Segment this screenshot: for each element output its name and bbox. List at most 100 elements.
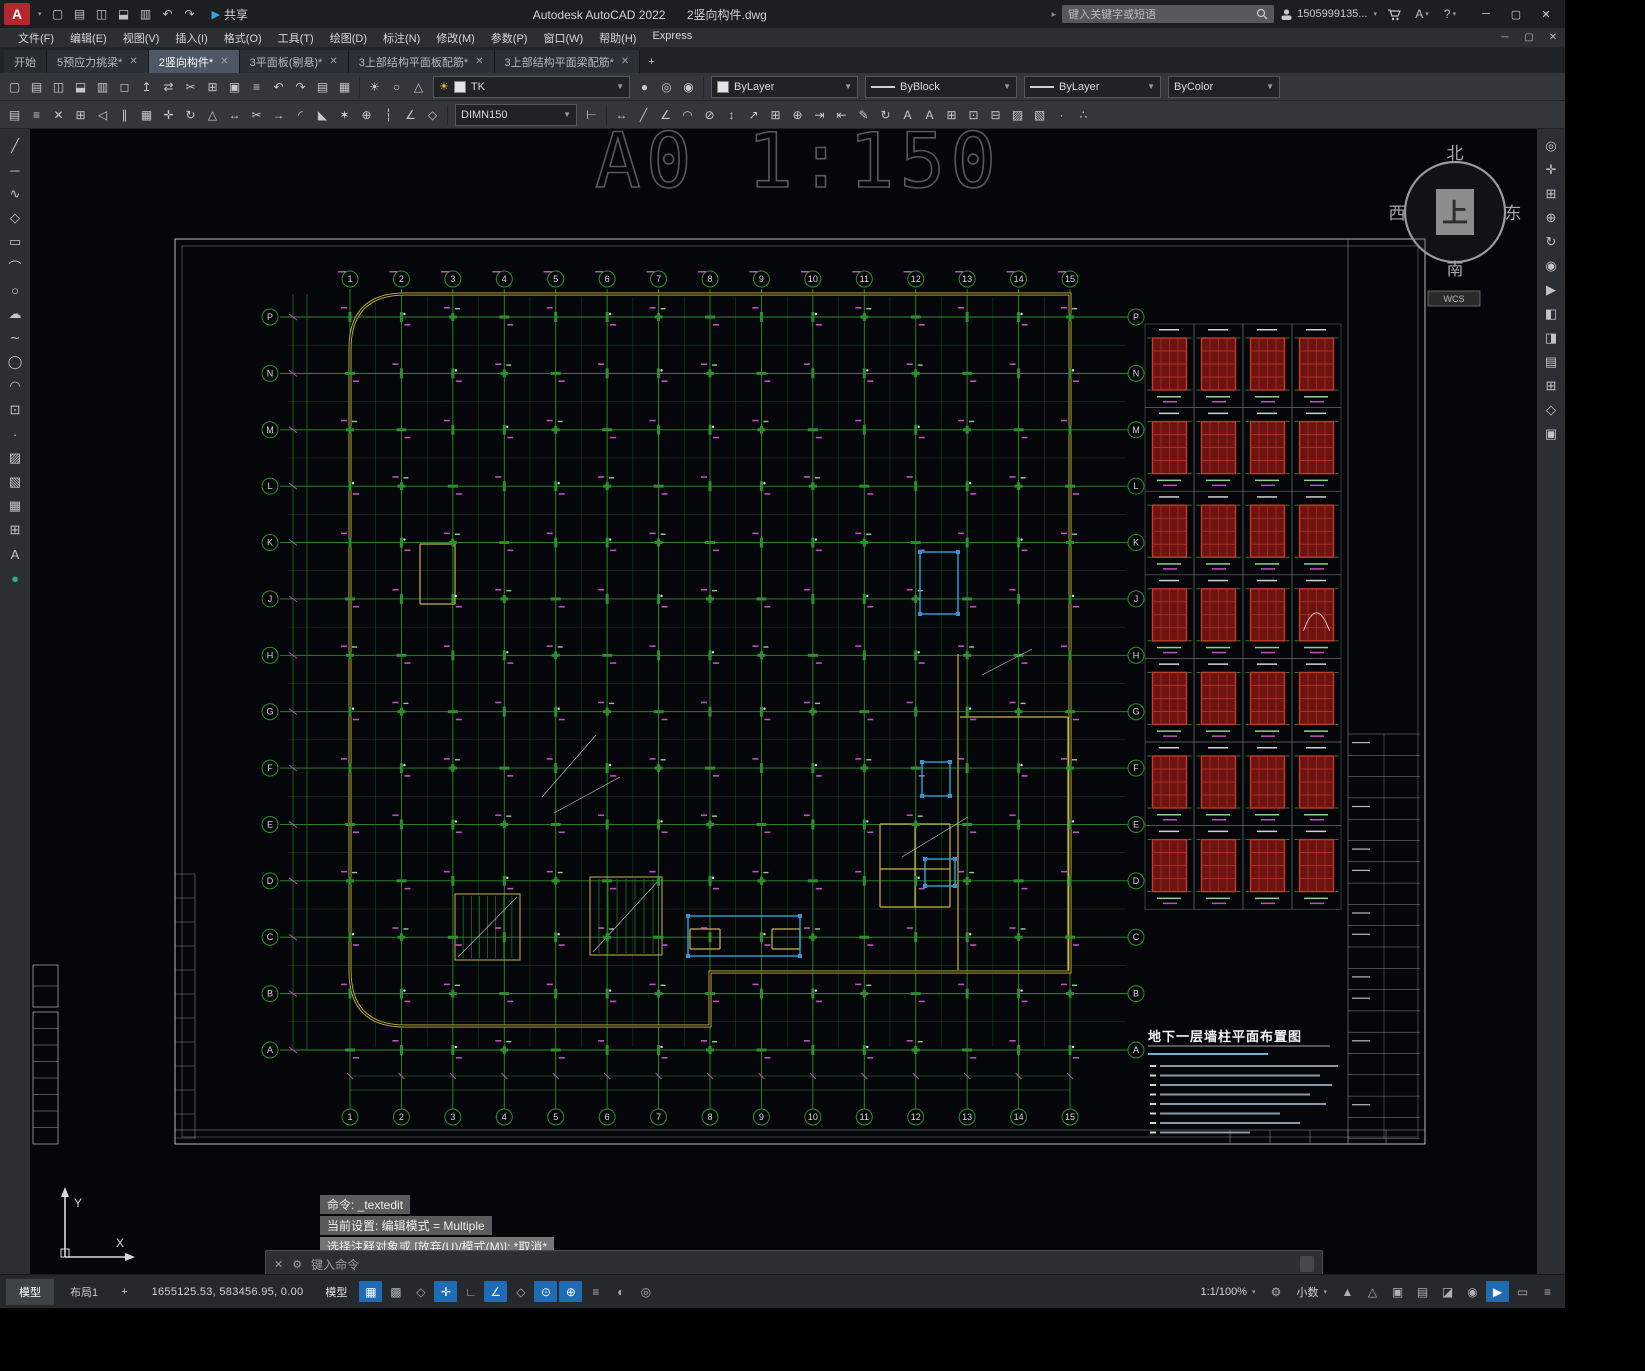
ortho-icon[interactable]: ∟ — [459, 1281, 482, 1302]
workspace-switch-icon[interactable]: ⚙ — [1264, 1281, 1287, 1302]
table-icon[interactable]: ⊞ — [941, 104, 962, 125]
dim-update-icon[interactable]: ↻ — [875, 104, 896, 125]
chamfer-icon[interactable]: ◣ — [312, 104, 333, 125]
isometric-drafting-icon[interactable]: ◇ — [509, 1281, 532, 1302]
arc-icon[interactable]: ⌒ — [3, 255, 27, 277]
menu-格式[interactable]: 格式(O) — [216, 30, 270, 46]
search-box[interactable]: 键入关键字或短语 — [1062, 5, 1275, 23]
dim-ordinate-icon[interactable]: ↕ — [721, 104, 742, 125]
zoom-window-icon[interactable]: ⊞ — [1539, 183, 1563, 205]
new-file-icon[interactable]: ▢ — [48, 4, 68, 24]
copy-icon[interactable]: ⊞ — [202, 76, 223, 97]
camera-icon[interactable]: ▣ — [1539, 423, 1563, 445]
scale-icon[interactable]: △ — [202, 104, 223, 125]
selection-cycling-icon[interactable]: ◎ — [634, 1281, 657, 1302]
model-space-button[interactable]: 模型 — [316, 1280, 356, 1304]
document-tab[interactable]: 3上部结构平面梁配筋* ✕ — [494, 50, 641, 73]
trim-icon[interactable]: ✂ — [246, 104, 267, 125]
text-multi-icon[interactable]: A — [919, 104, 940, 125]
view-back-icon[interactable]: ◧ — [1539, 303, 1563, 325]
menu-插入[interactable]: 插入(I) — [167, 30, 215, 46]
lineweight-combo[interactable]: ByLayer ▼ — [1024, 75, 1161, 98]
point-icon[interactable]: · — [3, 423, 27, 445]
gradient-icon[interactable]: ▧ — [3, 471, 27, 493]
palette-icon[interactable]: ● — [3, 567, 27, 589]
tab-close-icon[interactable]: ✕ — [129, 56, 137, 67]
view-front-icon[interactable]: ◨ — [1539, 327, 1563, 349]
tab-model[interactable]: 模型 — [6, 1278, 54, 1305]
array-icon[interactable]: ▦ — [136, 104, 157, 125]
layer-isolate-icon[interactable]: ◎ — [656, 76, 677, 97]
tab-close-icon[interactable]: ✕ — [621, 56, 629, 67]
isolate-objects-icon[interactable]: ◉ — [1461, 1281, 1484, 1302]
rotate-icon[interactable]: ↻ — [180, 104, 201, 125]
snap-mode-icon[interactable]: ▩ — [384, 1281, 407, 1302]
hatch-tool-icon[interactable]: ▨ — [1007, 104, 1028, 125]
annotation-scale-control[interactable]: 1:1/100% ▾ — [1195, 1286, 1260, 1298]
text-single-icon[interactable]: A — [897, 104, 918, 125]
annotation-monitor-icon[interactable]: ▣ — [1386, 1281, 1409, 1302]
plot-preview-icon[interactable]: ◻ — [114, 76, 135, 97]
layer-previous-icon[interactable]: ▤ — [312, 76, 333, 97]
copy-obj-icon[interactable]: ⊞ — [70, 104, 91, 125]
infer-constraints-icon[interactable]: ◇ — [409, 1281, 432, 1302]
open-file-icon[interactable]: ▤ — [70, 4, 90, 24]
doc-close-button[interactable]: ✕ — [1541, 32, 1565, 43]
layer-lock-icon[interactable]: △ — [408, 76, 429, 97]
autoscale-icon[interactable]: △ — [1361, 1281, 1384, 1302]
tab-close-icon[interactable]: ✕ — [329, 56, 337, 67]
redo-icon[interactable]: ↷ — [290, 76, 311, 97]
dim-aligned-icon[interactable]: ╱ — [633, 104, 654, 125]
menu-绘图[interactable]: 绘图(D) — [322, 30, 375, 46]
coordinates-display[interactable]: 1655125.53, 583456.95, 0.00 — [152, 1286, 304, 1298]
match-icon[interactable]: ≡ — [26, 104, 47, 125]
clean-screen-icon[interactable]: ▭ — [1511, 1281, 1534, 1302]
redo-icon[interactable]: ↷ — [180, 4, 200, 24]
layer-states-icon[interactable]: ▦ — [334, 76, 355, 97]
new-layout-button[interactable]: + — [114, 1281, 134, 1303]
windows-tile-icon[interactable]: ⊞ — [1539, 375, 1563, 397]
orbit-icon[interactable]: ↻ — [1539, 231, 1563, 253]
autodesk-app-icon[interactable]: A ▾ — [1411, 4, 1433, 24]
xline-icon[interactable]: ─ — [3, 159, 27, 181]
explode-icon[interactable]: ✶ — [334, 104, 355, 125]
drawing-viewport[interactable]: 1 1 2 2 3 3 4 4 5 5 6 6 7 7 8 8 9 9 10 10 11 11 12 12 13 13 14 14 15… — [30, 129, 1537, 1274]
menu-窗口[interactable]: 窗口(W) — [535, 30, 591, 46]
command-bar-grip[interactable] — [1300, 1256, 1314, 1272]
search-expand-icon[interactable]: ▸ — [1052, 9, 1057, 20]
user-account[interactable]: 1505999135... ▾ — [1280, 8, 1377, 21]
color-combo[interactable]: ByLayer ▼ — [711, 75, 858, 98]
layer-freeze-icon[interactable]: ○ — [386, 76, 407, 97]
save-icon[interactable]: ◫ — [48, 76, 69, 97]
rectangle-icon[interactable]: ▭ — [3, 231, 27, 253]
document-tab[interactable]: 2竖向构件* ✕ — [148, 50, 240, 73]
object-snap-tracking-icon[interactable]: ⊙ — [534, 1281, 558, 1302]
menu-修改[interactable]: 修改(M) — [428, 30, 483, 46]
print-icon[interactable]: ▥ — [136, 4, 156, 24]
revcloud-icon[interactable]: ☁ — [3, 303, 27, 325]
qleader-icon[interactable]: ↗ — [743, 104, 764, 125]
dim-diameter-icon[interactable]: ⊘ — [699, 104, 720, 125]
polar-tracking-icon[interactable]: ∠ — [484, 1281, 508, 1302]
named-views-icon[interactable]: ▤ — [1539, 351, 1563, 373]
polyline-icon[interactable]: ∿ — [3, 183, 27, 205]
autocad-logo[interactable]: A — [4, 3, 30, 25]
layer-combo[interactable]: ☀ TK ▼ — [433, 75, 630, 98]
etransmit-icon[interactable]: ⇄ — [158, 76, 179, 97]
menu-编辑[interactable]: 编辑(E) — [62, 30, 115, 46]
save-icon[interactable]: ◫ — [92, 4, 112, 24]
plotstyle-combo[interactable]: ByColor ▼ — [1168, 75, 1280, 98]
mirror-icon[interactable]: ◁ — [92, 104, 113, 125]
menu-工具[interactable]: 工具(T) — [270, 30, 322, 46]
menu-文件[interactable]: 文件(F) — [10, 30, 62, 46]
document-tab[interactable]: 5预应力挑梁* ✕ — [47, 50, 149, 73]
table-icon[interactable]: ⊞ — [3, 519, 27, 541]
menu-参数[interactable]: 参数(P) — [483, 30, 536, 46]
fillet-icon[interactable]: ◜ — [290, 104, 311, 125]
command-close-icon[interactable]: ✕ — [274, 1258, 283, 1271]
close-button[interactable]: ✕ — [1531, 3, 1561, 25]
stretch-icon[interactable]: ↔ — [224, 104, 245, 125]
dim-radius-icon[interactable]: ◠ — [677, 104, 698, 125]
dim-baseline-icon[interactable]: ⇤ — [831, 104, 852, 125]
divide-icon[interactable]: ∴ — [1073, 104, 1094, 125]
